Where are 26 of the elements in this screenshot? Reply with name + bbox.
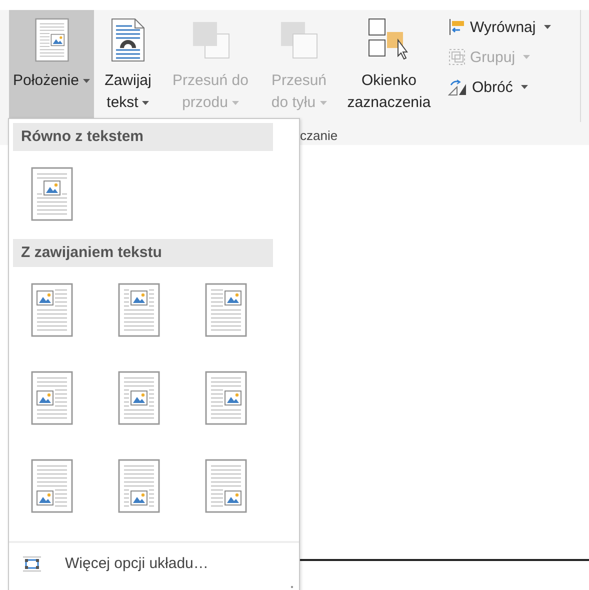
ribbon-button[interactable]: Okienko zaznaczenia [339,10,439,122]
layout-options-icon [23,556,41,572]
layout-option-icon[interactable] [118,371,160,425]
layout-option-icon[interactable] [31,371,73,425]
wrap-text-icon [111,18,145,62]
group-icon [448,48,466,66]
position-icon [34,18,68,62]
more-layout-options-link[interactable]: Więcej opcji układu… [65,555,208,572]
layout-option-icon[interactable] [31,167,73,221]
section-header: Równo z tekstem [13,123,273,151]
layout-option-icon[interactable] [31,459,73,513]
layout-option-icon[interactable] [205,371,247,425]
ribbon-button[interactable]: Wyrównaj [446,14,580,40]
layout-option-icon[interactable] [205,283,247,337]
section-header: Z zawijaniem tekstu [13,239,273,267]
rotate-icon [448,78,468,96]
ribbon-button[interactable]: Obróć [446,74,580,100]
align-icon [448,18,466,36]
layout-option-icon[interactable] [31,283,73,337]
group-label: czanie [300,128,338,143]
selection-pane-icon [368,18,410,62]
layout-option-icon[interactable] [118,283,160,337]
layout-option-icon[interactable] [205,459,247,513]
overlapping-squares-icon [279,20,319,60]
layout-option-icon[interactable] [118,459,160,513]
overlapping-squares-icon [190,20,230,60]
